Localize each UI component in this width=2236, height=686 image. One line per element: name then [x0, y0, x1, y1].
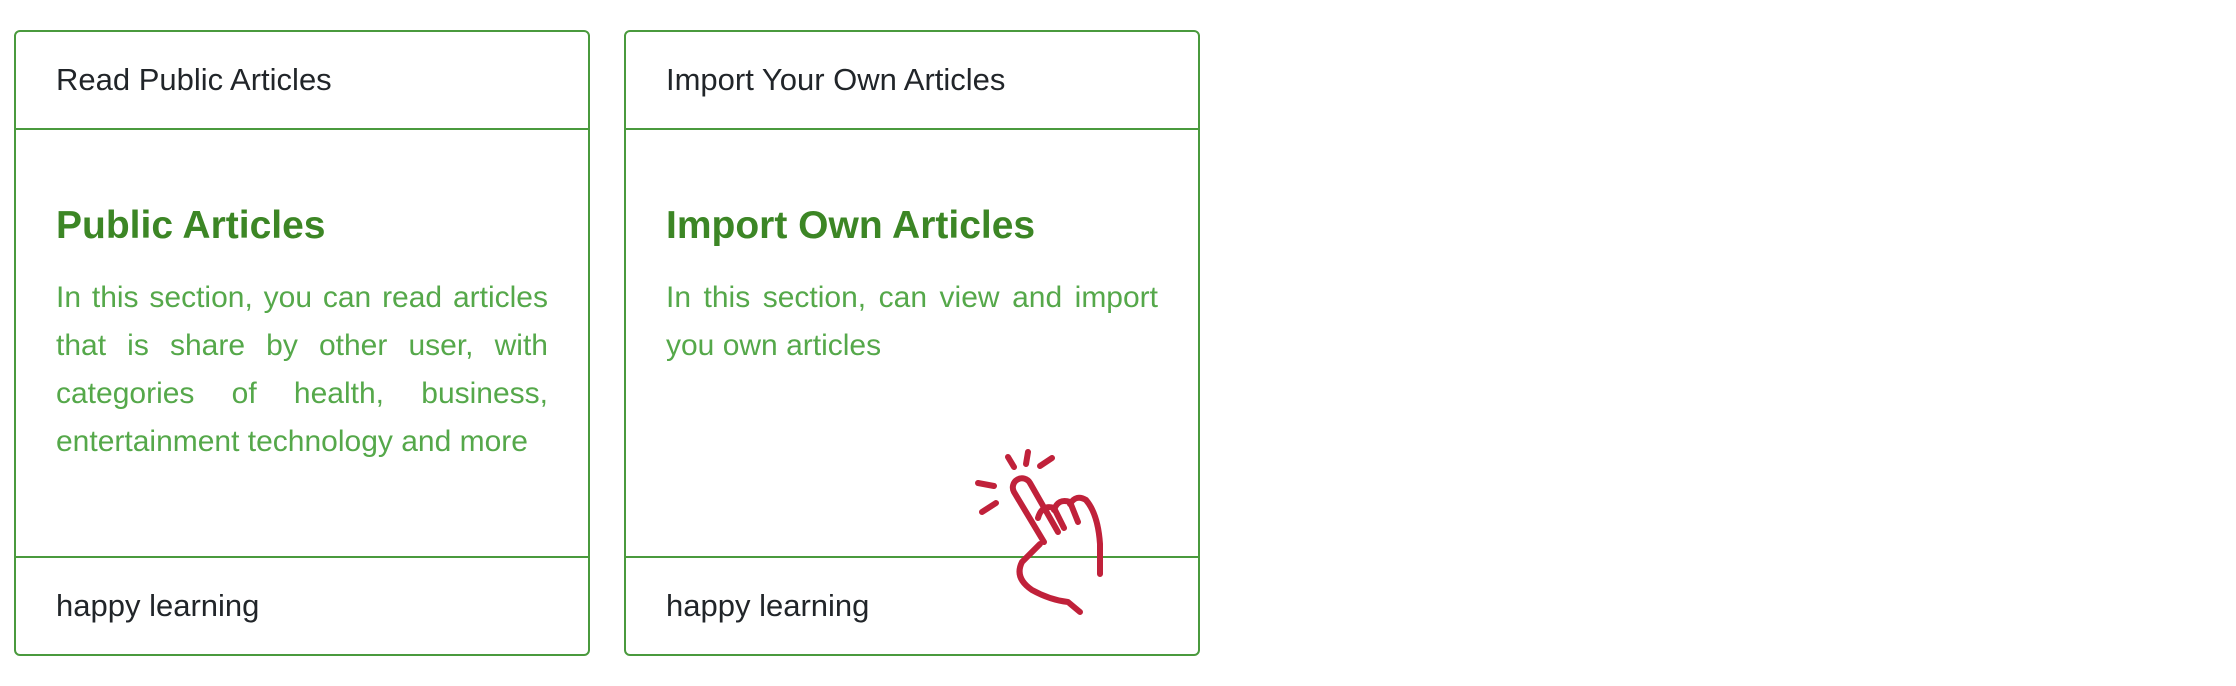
card-body: Public Articles In this section, you can…	[16, 130, 588, 556]
card-text: In this section, you can read articles t…	[56, 281, 548, 458]
card-header: Import Your Own Articles	[626, 32, 1198, 130]
public-articles-card[interactable]: Read Public Articles Public Articles In …	[14, 30, 590, 656]
card-text: In this section, can view and import you…	[666, 281, 1158, 362]
card-footer: happy learning	[16, 556, 588, 654]
tap-hand-icon	[975, 449, 1103, 615]
card-header: Read Public Articles	[16, 32, 588, 130]
card-title: Public Articles	[56, 204, 326, 247]
card-title: Import Own Articles	[666, 204, 1036, 247]
